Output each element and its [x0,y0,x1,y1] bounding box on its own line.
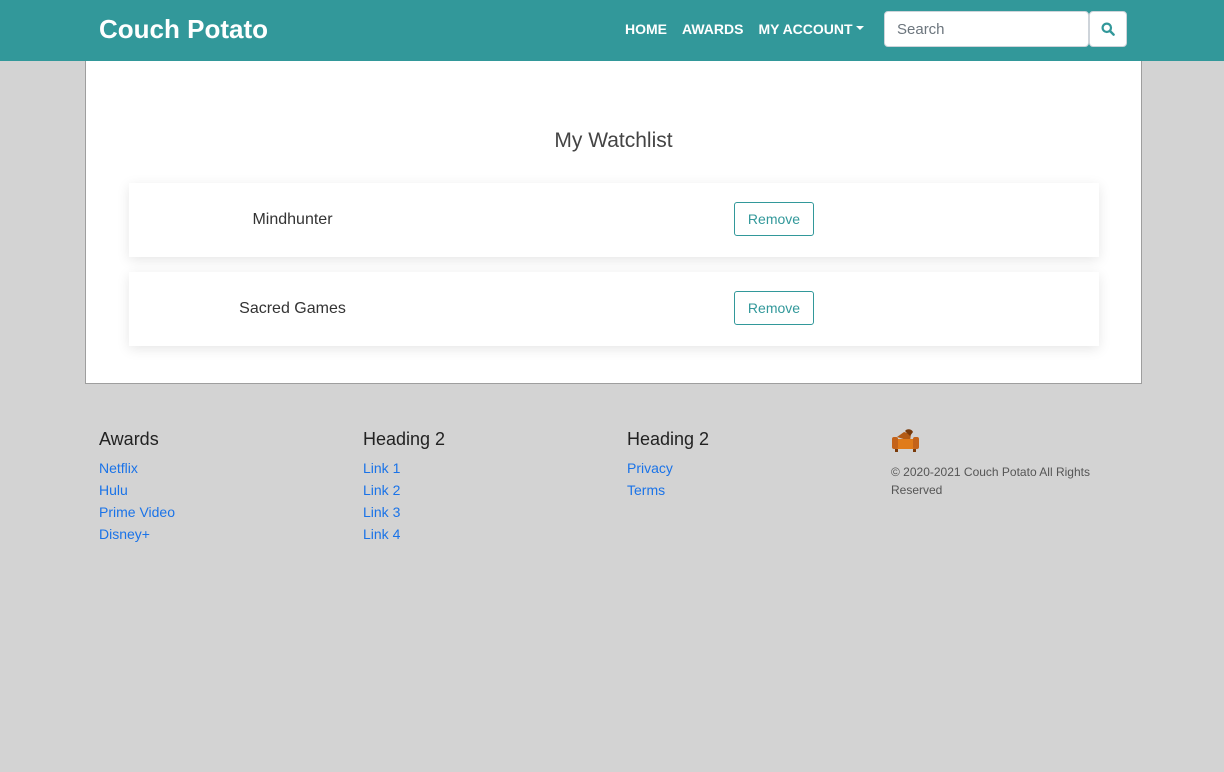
remove-button[interactable]: Remove [734,202,814,236]
navbar: Couch Potato HOME AWARDS MY ACCOUNT [0,0,1224,61]
watchlist-item: Sacred Games Remove [129,272,1099,346]
footer-heading: Heading 2 [627,429,710,449]
footer-link-3[interactable]: Link 3 [363,501,445,523]
brand-logo-link[interactable]: Couch Potato [99,12,268,46]
footer-heading: Awards [99,429,159,449]
footer-column-2: Heading 2 Link 1 Link 2 Link 3 Link 4 [363,429,445,545]
couch-icon [892,429,919,452]
nav-links: HOME AWARDS MY ACCOUNT [625,20,864,38]
page-title: My Watchlist [554,129,673,152]
nav-my-account-dropdown[interactable]: MY ACCOUNT [758,20,864,38]
footer-link-disney-plus[interactable]: Disney+ [99,523,175,545]
nav-home[interactable]: HOME [625,20,667,38]
nav-awards[interactable]: AWARDS [682,20,743,38]
search-input[interactable] [884,11,1089,47]
copyright-text: © 2020-2021 Couch Potato All Rights Rese… [891,465,1090,497]
search-button[interactable] [1089,11,1127,47]
remove-button[interactable]: Remove [734,291,814,325]
footer-link-hulu[interactable]: Hulu [99,479,175,501]
footer-link-1[interactable]: Link 1 [363,457,445,479]
watchlist-item-title: Mindhunter [252,211,333,228]
watchlist-item-title: Sacred Games [239,300,346,317]
footer-link-privacy[interactable]: Privacy [627,457,709,479]
footer-link-prime-video[interactable]: Prime Video [99,501,175,523]
footer-link-netflix[interactable]: Netflix [99,457,175,479]
search-icon [1101,22,1115,36]
footer-column-3: Heading 2 Privacy Terms [627,429,709,501]
footer-link-terms[interactable]: Terms [627,479,709,501]
watchlist-item: Mindhunter Remove [129,183,1099,257]
nav-my-account-label: MY ACCOUNT [758,21,853,37]
footer-column-awards: Awards Netflix Hulu Prime Video Disney+ [99,429,175,545]
footer-link-4[interactable]: Link 4 [363,523,445,545]
footer-link-2[interactable]: Link 2 [363,479,445,501]
caret-down-icon [855,26,864,31]
watchlist-panel: My Watchlist Mindhunter Remove Sacred Ga… [85,61,1142,384]
footer-heading: Heading 2 [363,429,446,449]
